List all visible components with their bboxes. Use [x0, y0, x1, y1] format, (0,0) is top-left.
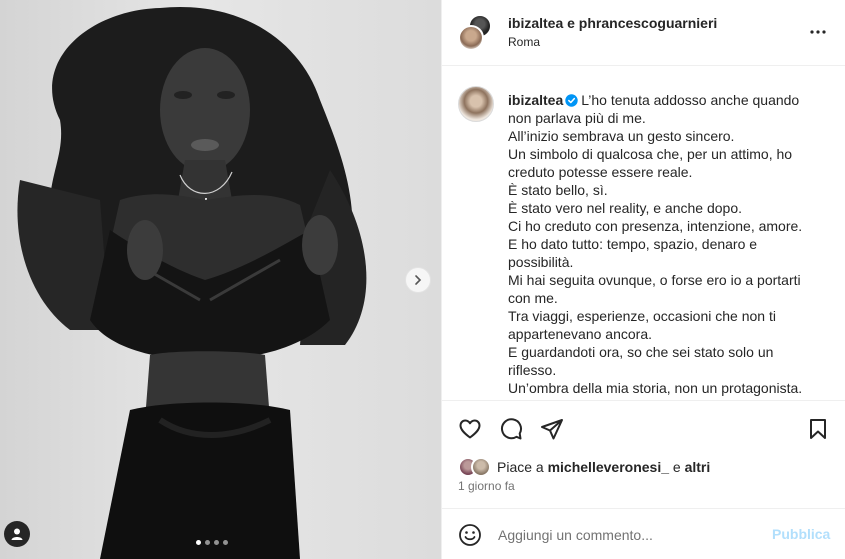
- caption-text: ibizaltea L’ho tenuta addosso anche quand…: [508, 91, 823, 397]
- save-button[interactable]: [806, 417, 830, 441]
- carousel-indicator: [196, 540, 228, 545]
- caption-line: E ho dato tutto: tempo, spazio, denaro e: [508, 236, 758, 252]
- heart-icon: [459, 419, 481, 439]
- carousel-dot: [223, 540, 228, 545]
- likes-others[interactable]: altri: [685, 459, 711, 475]
- emoji-button[interactable]: [458, 523, 482, 547]
- carousel-dot: [214, 540, 219, 545]
- caption-line: Un simbolo di qualcosa che, per un attim…: [508, 146, 793, 162]
- post-header: ibizaltea e phrancescoguarnieri Roma: [442, 0, 845, 66]
- next-photo-button[interactable]: [405, 267, 431, 293]
- publish-button[interactable]: Pubblica: [772, 526, 830, 542]
- caption-line: È stato bello, sì.: [508, 182, 608, 198]
- caption-line: creduto potesse essere reale.: [508, 164, 693, 180]
- comment-input[interactable]: [498, 525, 748, 545]
- caption-line: L’ho tenuta addosso anche quando: [581, 92, 800, 108]
- caption-username[interactable]: ibizaltea: [508, 92, 563, 108]
- bookmark-icon: [810, 419, 826, 439]
- caption-line: Ci ho creduto con presenza, intenzione, …: [508, 218, 803, 234]
- caption-section: ibizaltea L’ho tenuta addosso anche quand…: [442, 66, 845, 400]
- caption-line: Mi hai seguita ovunque, o forse ero io a…: [508, 272, 801, 288]
- caption-line: All’inizio sembrava un gesto sincero.: [508, 128, 735, 144]
- caption-line: È stato vero nel reality, e anche dopo.: [508, 200, 742, 216]
- caption-line: riflesso.: [508, 362, 557, 378]
- caption-line: con me.: [508, 290, 558, 306]
- caption-line: Tra viaggi, esperienze, occasioni che no…: [508, 308, 776, 324]
- chevron-right-icon: [415, 275, 422, 285]
- likes-text[interactable]: Piace a michelleveronesi_ e altri: [497, 459, 710, 475]
- post-authors[interactable]: ibizaltea e phrancescoguarnieri: [508, 15, 717, 31]
- verified-badge-icon: [565, 94, 578, 107]
- caption-line: possibilità.: [508, 254, 574, 270]
- caption-line: appartenevano ancora.: [508, 326, 652, 342]
- comment-icon: [500, 418, 522, 440]
- collab-avatars[interactable]: [458, 14, 494, 51]
- carousel-dot-active: [196, 540, 201, 545]
- comment-button[interactable]: [499, 417, 523, 441]
- photo-image: [17, 6, 367, 559]
- carousel-dot: [205, 540, 210, 545]
- like-button[interactable]: [458, 417, 482, 441]
- post-photo[interactable]: [0, 0, 441, 559]
- caption-line: Un’ombra della mia storia, non un protag…: [508, 380, 803, 396]
- avatar[interactable]: [458, 86, 494, 122]
- action-bar: [442, 400, 845, 446]
- post-timestamp[interactable]: 1 giorno fa: [458, 479, 515, 493]
- caption-line: non parlava più di me.: [508, 110, 646, 126]
- comment-composer: Pubblica: [442, 508, 845, 559]
- paper-plane-icon: [541, 419, 563, 440]
- caption-line: E guardandoti ora, so che sei stato solo…: [508, 344, 774, 360]
- likes-conj: e: [672, 459, 681, 475]
- avatar[interactable]: [458, 25, 484, 51]
- likes-user[interactable]: michelleveronesi_: [548, 459, 669, 475]
- likes-summary[interactable]: Piace a michelleveronesi_ e altri: [458, 456, 710, 478]
- user-tag-icon: [11, 528, 23, 540]
- more-options-icon: [810, 30, 826, 34]
- emoji-icon: [459, 524, 481, 546]
- share-button[interactable]: [540, 417, 564, 441]
- post-location[interactable]: Roma: [508, 35, 540, 49]
- tagged-users-button[interactable]: [4, 521, 30, 547]
- instagram-post: ibizaltea e phrancescoguarnieri Roma ibi…: [0, 0, 845, 559]
- avatar: [471, 457, 491, 477]
- post-side-panel: ibizaltea e phrancescoguarnieri Roma ibi…: [441, 0, 845, 559]
- likes-prefix: Piace a: [497, 459, 544, 475]
- more-options-button[interactable]: [808, 22, 828, 42]
